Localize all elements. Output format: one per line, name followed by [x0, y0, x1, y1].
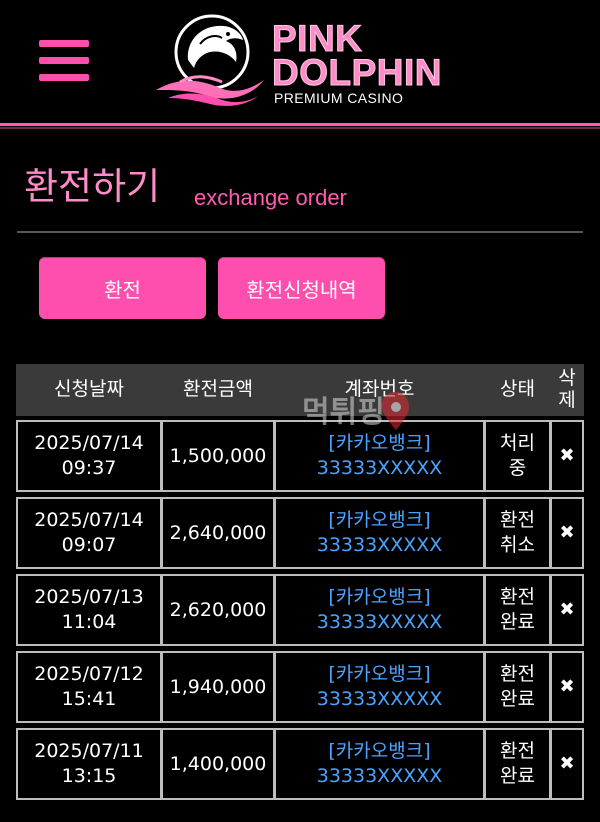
- menu-bar-top: [39, 40, 89, 47]
- bank-name: [카카오뱅크]: [328, 663, 431, 686]
- date-cell: 2025/07/12 15:41: [16, 651, 162, 723]
- table-row: 2025/07/12 15:41 1,940,000 [카카오뱅크] 33333…: [16, 651, 584, 723]
- status-cell: 환전 완료: [484, 651, 551, 723]
- header-divider: [0, 123, 600, 126]
- status-cell: 환전 취소: [484, 497, 551, 569]
- status-line2: 완료: [500, 688, 535, 710]
- time-text: 09:07: [61, 534, 117, 556]
- status-line1: 환전: [500, 663, 535, 686]
- account-cell: [카카오뱅크] 33333XXXXX: [274, 497, 485, 569]
- column-header-amount: 환전금액: [183, 378, 253, 401]
- status-line1: 환전: [500, 740, 535, 763]
- header-divider-shadow: [0, 127, 600, 129]
- date-cell: 2025/07/13 11:04: [16, 574, 162, 646]
- menu-bar-bottom: [39, 74, 89, 81]
- date-text: 2025/07/11: [34, 740, 144, 763]
- amount-cell: 2,640,000: [161, 497, 275, 569]
- account-number: 33333XXXXX: [316, 457, 443, 479]
- table-row: 2025/07/11 13:15 1,400,000 [카카오뱅크] 33333…: [16, 728, 584, 800]
- date-cell: 2025/07/14 09:07: [16, 497, 162, 569]
- bank-name: [카카오뱅크]: [328, 740, 431, 763]
- column-header-account: 계좌번호: [344, 378, 415, 401]
- column-header-date: 신청날짜: [54, 378, 124, 401]
- bank-name: [카카오뱅크]: [328, 586, 431, 609]
- date-text: 2025/07/12: [34, 663, 144, 686]
- date-text: 2025/07/13: [34, 586, 144, 609]
- table-row: 2025/07/13 11:04 2,620,000 [카카오뱅크] 33333…: [16, 574, 584, 646]
- dolphin-logo-icon: [156, 14, 264, 106]
- amount-cell: 2,620,000: [161, 574, 275, 646]
- bank-name: [카카오뱅크]: [328, 509, 431, 532]
- date-cell: 2025/07/11 13:15: [16, 728, 162, 800]
- account-cell: [카카오뱅크] 33333XXXXX: [274, 651, 485, 723]
- title-divider: [17, 231, 583, 233]
- account-number: 33333XXXXX: [316, 534, 443, 556]
- date-text: 2025/07/14: [34, 432, 144, 455]
- account-number: 33333XXXXX: [316, 765, 443, 787]
- amount-cell: 1,400,000: [161, 728, 275, 800]
- account-cell: [카카오뱅크] 33333XXXXX: [274, 420, 485, 492]
- table-header: 신청날짜 환전금액 계좌번호 상태 삭 제: [16, 364, 584, 416]
- status-line1: 환전: [500, 509, 535, 532]
- account-number: 33333XXXXX: [316, 611, 443, 633]
- hamburger-menu-icon[interactable]: [39, 40, 89, 84]
- table-row: 2025/07/14 09:37 1,500,000 [카카오뱅크] 33333…: [16, 420, 584, 492]
- delete-icon[interactable]: ✖: [550, 420, 584, 492]
- logo-subtitle: PREMIUM CASINO: [274, 90, 404, 106]
- column-header-delete: 삭 제: [550, 364, 584, 416]
- delete-icon[interactable]: ✖: [550, 497, 584, 569]
- amount-cell: 1,940,000: [161, 651, 275, 723]
- menu-bar-middle: [39, 57, 89, 64]
- status-cell: 환전 완료: [484, 574, 551, 646]
- status-cell: 처리 중: [484, 420, 551, 492]
- exchange-button[interactable]: 환전: [39, 257, 206, 319]
- amount-cell: 1,500,000: [161, 420, 275, 492]
- bank-name: [카카오뱅크]: [328, 432, 431, 455]
- time-text: 13:15: [61, 765, 117, 787]
- status-line2: 완료: [500, 611, 535, 633]
- status-line2: 중: [508, 457, 527, 479]
- column-header-delete-line1: 삭: [558, 367, 576, 390]
- status-line2: 취소: [500, 534, 535, 556]
- time-text: 11:04: [61, 611, 117, 633]
- account-cell: [카카오뱅크] 33333XXXXX: [274, 728, 485, 800]
- delete-icon[interactable]: ✖: [550, 728, 584, 800]
- status-line1: 환전: [500, 586, 535, 609]
- delete-icon[interactable]: ✖: [550, 574, 584, 646]
- page-title: 환전하기: [24, 165, 161, 208]
- date-text: 2025/07/14: [34, 509, 144, 532]
- status-cell: 환전 완료: [484, 728, 551, 800]
- page-subtitle: exchange order: [194, 185, 347, 210]
- exchange-history-button[interactable]: 환전신청내역: [218, 257, 385, 319]
- site-logo[interactable]: PINK DOLPHIN PREMIUM CASINO: [150, 10, 460, 110]
- date-cell: 2025/07/14 09:37: [16, 420, 162, 492]
- delete-icon[interactable]: ✖: [550, 651, 584, 723]
- table-row: 2025/07/14 09:07 2,640,000 [카카오뱅크] 33333…: [16, 497, 584, 569]
- status-line2: 완료: [500, 765, 535, 787]
- time-text: 09:37: [61, 457, 117, 479]
- logo-text-dolphin: DOLPHIN: [272, 52, 443, 93]
- status-line1: 처리: [500, 432, 535, 455]
- account-number: 33333XXXXX: [316, 688, 443, 710]
- account-cell: [카카오뱅크] 33333XXXXX: [274, 574, 485, 646]
- site-header: PINK DOLPHIN PREMIUM CASINO: [0, 0, 600, 129]
- column-header-status: 상태: [500, 378, 535, 401]
- column-header-delete-line2: 제: [558, 389, 576, 411]
- time-text: 15:41: [61, 688, 117, 710]
